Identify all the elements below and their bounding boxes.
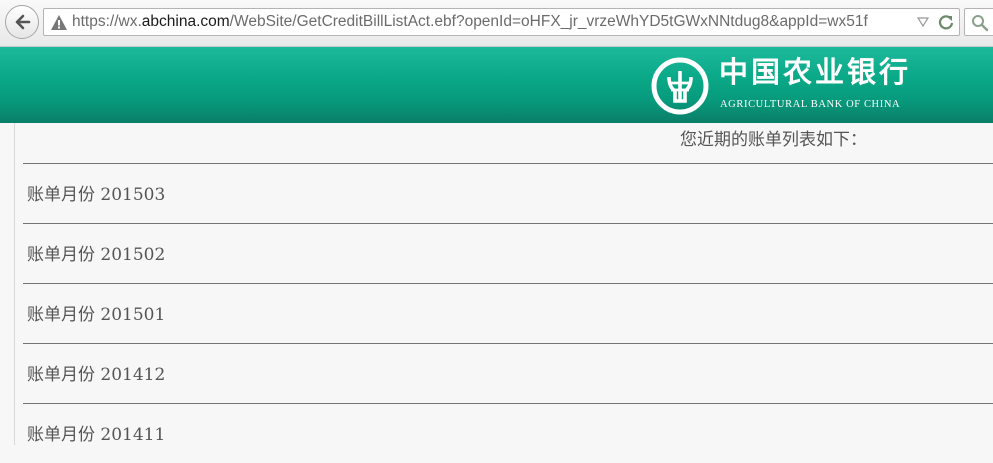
bank-header: 中国农业银行 AGRICULTURAL BANK OF CHINA bbox=[0, 47, 993, 123]
bill-list-panel: 您近期的账单列表如下： 账单月份 201503 账单月份 201502 账单月份… bbox=[14, 123, 993, 445]
bank-logo-icon bbox=[651, 57, 709, 115]
bill-item[interactable]: 账单月份 201502 bbox=[23, 223, 993, 283]
back-arrow-icon bbox=[15, 14, 31, 30]
bill-list: 账单月份 201503 账单月份 201502 账单月份 201501 账单月份… bbox=[23, 163, 993, 463]
warning-icon bbox=[51, 15, 67, 30]
bill-item-label[interactable]: 账单月份 201411 bbox=[27, 424, 165, 446]
bill-item-label[interactable]: 账单月份 201503 bbox=[27, 184, 165, 206]
back-button[interactable] bbox=[5, 5, 39, 39]
bank-name-cn: 中国农业银行 bbox=[719, 55, 912, 89]
url-text: https://wx.abchina.com/WebSite/GetCredit… bbox=[72, 13, 868, 30]
bill-item[interactable]: 账单月份 201411 bbox=[23, 403, 993, 463]
browser-toolbar: https://wx.abchina.com/WebSite/GetCredit… bbox=[0, 0, 993, 47]
bill-item[interactable]: 账单月份 201412 bbox=[23, 343, 993, 403]
bill-item-label[interactable]: 账单月份 201412 bbox=[27, 364, 165, 386]
bill-item-label[interactable]: 账单月份 201501 bbox=[27, 304, 165, 326]
bill-item-label[interactable]: 账单月份 201502 bbox=[27, 244, 165, 266]
bill-list-heading: 您近期的账单列表如下： bbox=[680, 130, 867, 150]
bill-item[interactable]: 账单月份 201501 bbox=[23, 283, 993, 343]
reload-icon[interactable] bbox=[937, 13, 955, 31]
bank-name-en: AGRICULTURAL BANK OF CHINA bbox=[720, 99, 901, 110]
search-icon bbox=[972, 15, 989, 32]
address-bar[interactable]: https://wx.abchina.com/WebSite/GetCredit… bbox=[43, 8, 960, 36]
search-field[interactable] bbox=[964, 8, 993, 36]
dropdown-arrow-icon[interactable] bbox=[917, 17, 929, 27]
bill-item[interactable]: 账单月份 201503 bbox=[23, 163, 993, 223]
